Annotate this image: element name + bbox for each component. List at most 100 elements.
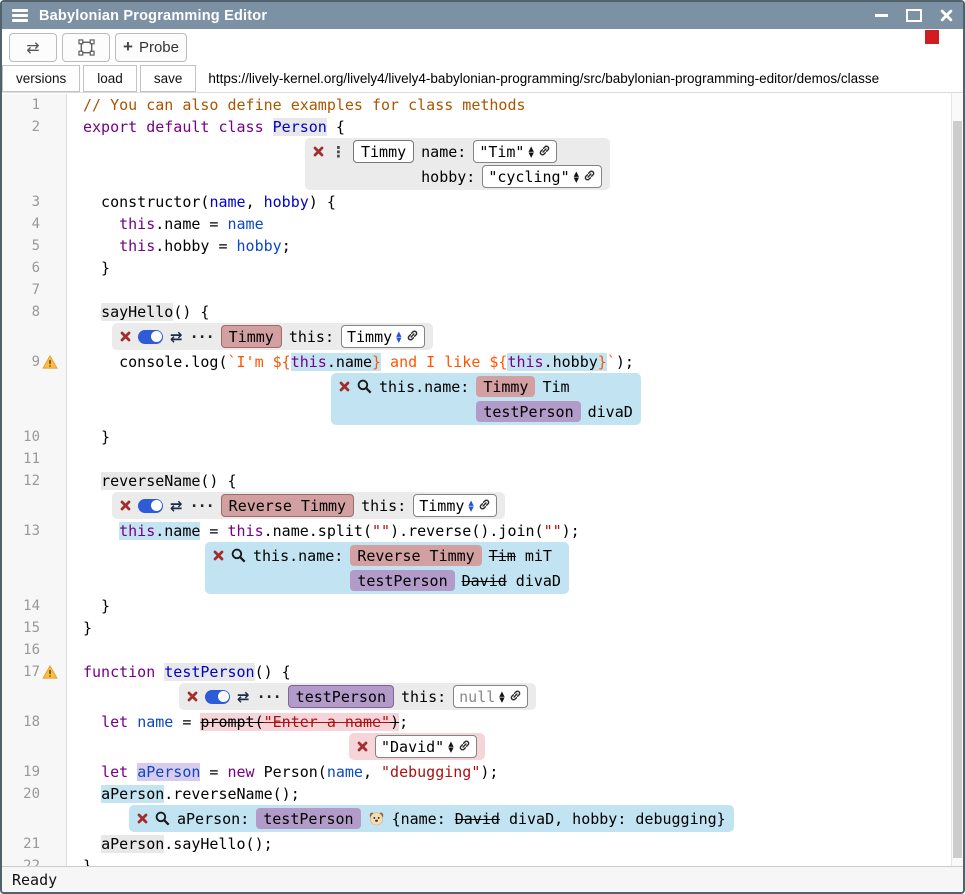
- hamburger-menu-icon[interactable]: [12, 9, 28, 21]
- warning-slot: [40, 279, 60, 301]
- example-badge[interactable]: Reverse Timmy: [221, 494, 354, 517]
- vertical-scrollbar[interactable]: [951, 93, 963, 866]
- link-icon[interactable]: [538, 143, 551, 161]
- gutter-cell: 15: [2, 617, 67, 639]
- gutter-cell: 4: [2, 213, 67, 235]
- code-token: .name: [327, 353, 372, 371]
- line-number: 17: [2, 661, 40, 683]
- code-line: 17function testPerson() {⇄···testPersont…: [2, 661, 963, 711]
- widget-line: this.name:Reverse TimmyTim miTtestPerson…: [83, 542, 963, 595]
- select-region-button[interactable]: [62, 33, 110, 62]
- example-badge[interactable]: testPerson: [288, 685, 394, 708]
- save-button[interactable]: save: [140, 65, 197, 92]
- load-button[interactable]: load: [83, 65, 137, 92]
- more-options-icon[interactable]: ···: [190, 325, 214, 348]
- close-window-icon[interactable]: [940, 9, 953, 22]
- stepper-icon[interactable]: ▲▼: [396, 331, 401, 343]
- example-badge[interactable]: testPerson: [350, 570, 454, 591]
- stepper-icon[interactable]: ▲▼: [468, 500, 473, 512]
- value-input[interactable]: null▲▼: [453, 685, 528, 708]
- code-token: .sayHello();: [164, 835, 272, 853]
- swap-icon[interactable]: ⇄: [237, 685, 250, 708]
- versions-button[interactable]: versions: [2, 65, 80, 92]
- line-content: reverseName() {⇄···Reverse Timmythis:Tim…: [67, 470, 963, 520]
- toggle-switch[interactable]: [138, 499, 163, 513]
- line-content: }: [67, 855, 963, 866]
- drag-handle-icon[interactable]: ⋮: [331, 140, 346, 163]
- close-icon[interactable]: [120, 494, 131, 517]
- code-line: 1// You can also define examples for cla…: [2, 94, 963, 116]
- code-token: );: [562, 522, 580, 540]
- widget-line: ⇄···Reverse Timmythis:Timmy▲▼: [83, 492, 963, 520]
- code-editor[interactable]: 1// You can also define examples for cla…: [2, 93, 963, 866]
- probe-row: Reverse TimmyTim miT: [350, 544, 552, 567]
- close-icon[interactable]: [357, 735, 368, 758]
- example-badge[interactable]: Timmy: [476, 376, 535, 397]
- value-input[interactable]: "David"▲▼: [375, 735, 477, 758]
- add-probe-button[interactable]: + Probe: [115, 33, 187, 62]
- example-badge[interactable]: Timmy: [221, 325, 282, 348]
- probe-value-part: David: [462, 572, 507, 590]
- close-icon[interactable]: [187, 685, 198, 708]
- swap-button[interactable]: ⇄: [9, 33, 57, 62]
- close-icon[interactable]: [313, 140, 324, 163]
- window-controls: [875, 9, 953, 22]
- gutter-cell: 19: [2, 761, 67, 783]
- code-token: aPerson: [137, 763, 200, 781]
- code-text: }: [83, 855, 963, 866]
- code-text: [83, 448, 963, 470]
- probe-row: testPerson{name: David divaD, hobby: deb…: [256, 807, 725, 830]
- example-badge[interactable]: Reverse Timmy: [350, 545, 481, 566]
- maximize-icon[interactable]: [906, 9, 922, 22]
- code-token: }: [83, 428, 110, 446]
- more-options-icon[interactable]: ···: [190, 494, 214, 517]
- toggle-switch[interactable]: [205, 690, 230, 704]
- stepper-icon[interactable]: ▲▼: [499, 691, 504, 703]
- link-icon[interactable]: [406, 328, 419, 346]
- code-token: ,: [363, 763, 381, 781]
- swap-icon[interactable]: ⇄: [170, 494, 183, 517]
- example-badge[interactable]: testPerson: [476, 401, 580, 422]
- value-input[interactable]: "cycling"▲▼: [482, 165, 602, 188]
- value-input[interactable]: Timmy▲▼: [413, 494, 497, 517]
- notification-indicator[interactable]: [925, 30, 939, 44]
- url-field[interactable]: https://lively-kernel.org/lively4/lively…: [199, 65, 963, 92]
- gutter-cell: 22: [2, 855, 67, 866]
- gutter-cell: 14: [2, 595, 67, 617]
- code-token: aPerson: [101, 835, 164, 853]
- close-icon[interactable]: [120, 325, 131, 348]
- line-number: 2: [2, 116, 40, 138]
- minimize-icon[interactable]: [875, 14, 888, 17]
- code-text: reverseName() {: [83, 470, 963, 492]
- warning-slot: [40, 116, 60, 138]
- scrollbar-thumb[interactable]: [953, 121, 962, 858]
- code-token: console.log(: [83, 353, 228, 371]
- value-input[interactable]: Timmy▲▼: [341, 325, 425, 348]
- code-token: }: [83, 597, 110, 615]
- link-icon[interactable]: [509, 688, 522, 706]
- link-icon[interactable]: [583, 168, 596, 186]
- value-input[interactable]: "Tim"▲▼: [473, 140, 557, 163]
- stepper-icon[interactable]: ▲▼: [448, 741, 453, 753]
- code-token: ,: [246, 193, 264, 211]
- stepper-icon[interactable]: ▲▼: [528, 146, 533, 158]
- code-text: constructor(name, hobby) {: [83, 191, 963, 213]
- example-badge[interactable]: testPerson: [256, 808, 360, 829]
- link-icon[interactable]: [478, 497, 491, 515]
- toggle-switch[interactable]: [138, 330, 163, 344]
- swap-icon[interactable]: ⇄: [170, 325, 183, 348]
- gutter-cell: 2: [2, 116, 67, 191]
- close-icon[interactable]: [137, 807, 148, 830]
- code-token: Person: [273, 118, 327, 136]
- code-line: 3 constructor(name, hobby) {: [2, 191, 963, 213]
- close-icon[interactable]: [339, 375, 350, 398]
- close-icon[interactable]: [213, 544, 224, 567]
- more-options-icon[interactable]: ···: [257, 685, 281, 708]
- warning-slot: [40, 191, 60, 213]
- stepper-icon[interactable]: ▲▼: [574, 171, 579, 183]
- code-line: 20 aPerson.reverseName();aPerson:testPer…: [2, 783, 963, 833]
- example-badge[interactable]: Timmy: [353, 140, 414, 163]
- code-text: aPerson.sayHello();: [83, 833, 963, 855]
- code-token: .name =: [155, 215, 227, 233]
- link-icon[interactable]: [458, 738, 471, 756]
